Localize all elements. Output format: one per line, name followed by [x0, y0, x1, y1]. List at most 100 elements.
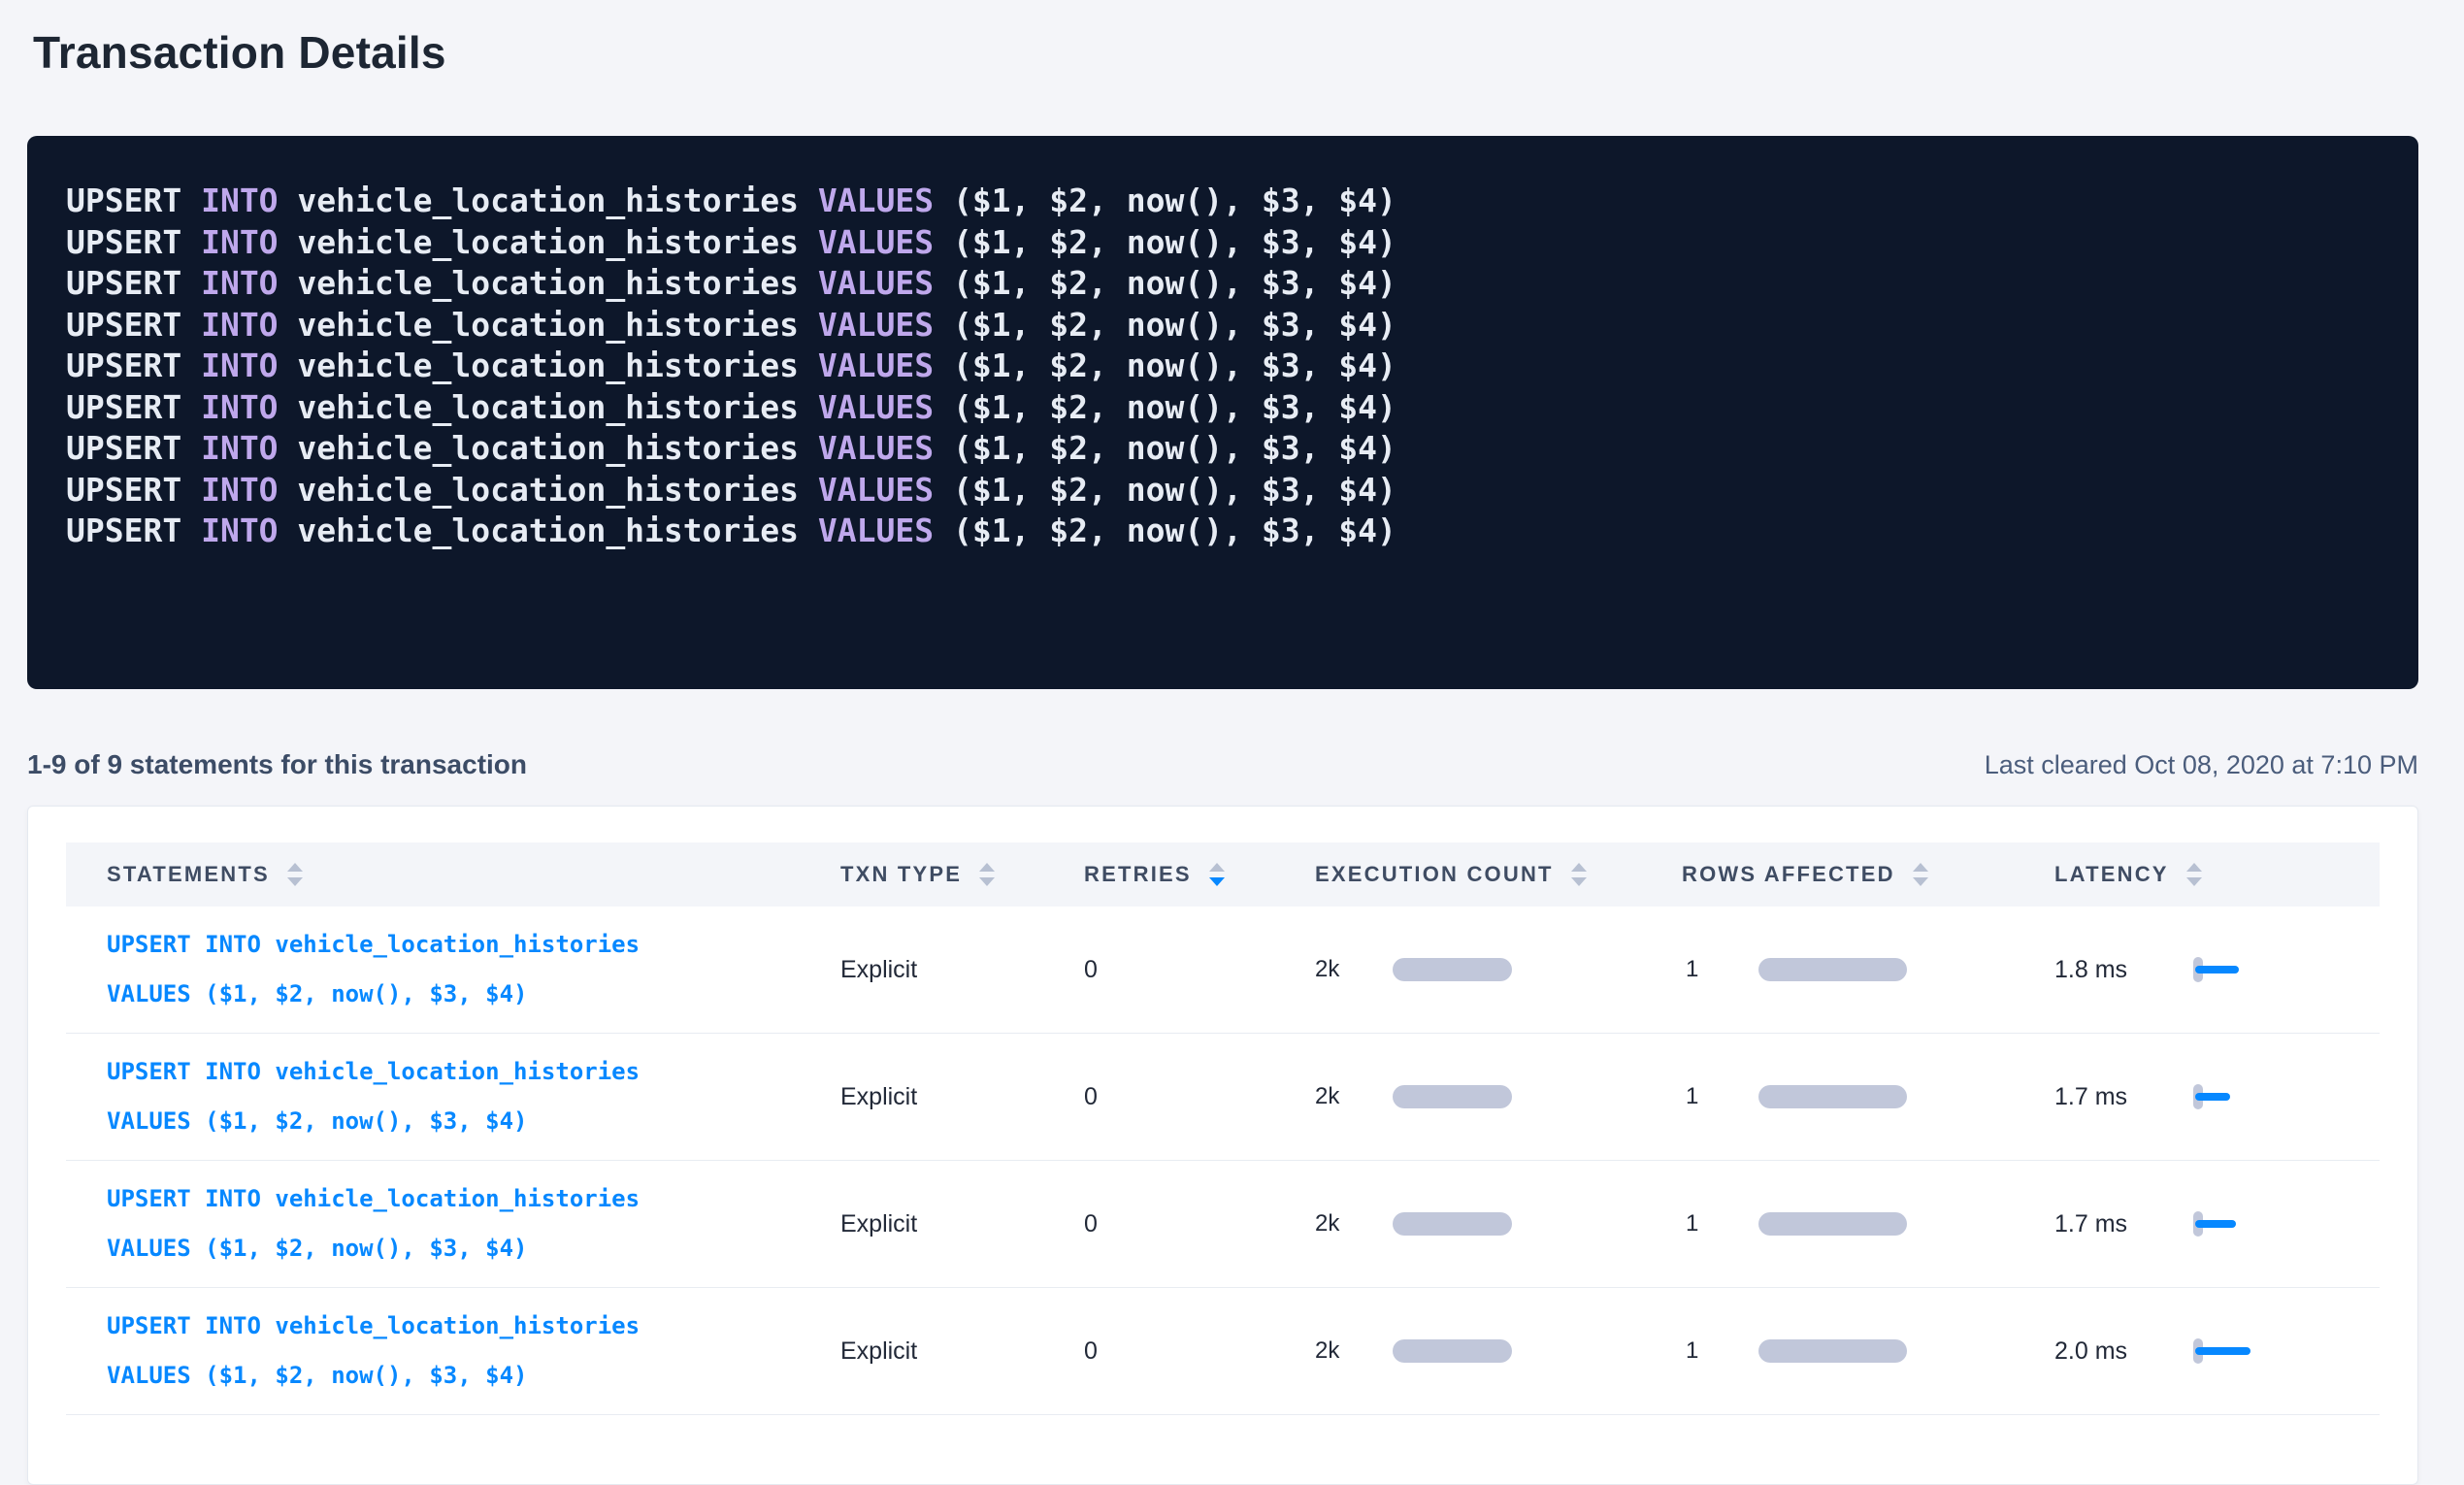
latency-value: 1.7 ms — [2054, 1210, 2193, 1238]
table-header-row: STATEMENTSTXN TYPE RETRIES EXECUTION COUNT… — [66, 842, 2380, 907]
column-label-txn-type: TXN TYPE — [840, 862, 962, 887]
sql-keyword-into: INTO — [201, 223, 278, 261]
rows-affected-cell: 1 — [1682, 956, 2054, 983]
txn-type-cell: Explicit — [840, 1210, 1084, 1238]
txn-type-value: Explicit — [840, 1337, 917, 1365]
sql-keyword-values: VALUES — [818, 429, 934, 467]
sort-icon-rows-affected[interactable] — [1913, 863, 1928, 886]
statement-link[interactable]: UPSERT INTO vehicle_location_historiesVA… — [107, 1047, 840, 1146]
rows-affected-bar — [1758, 1212, 1907, 1236]
sort-icon-statements[interactable] — [287, 863, 303, 886]
sql-statement-line: UPSERT INTO vehicle_location_histories V… — [66, 346, 2380, 387]
rows-affected-bar — [1758, 958, 1907, 981]
sql-statement-line: UPSERT INTO vehicle_location_histories V… — [66, 428, 2380, 470]
column-header-retries[interactable]: RETRIES — [1084, 862, 1315, 887]
latency-cell: 1.7 ms — [2054, 1210, 2380, 1238]
sql-keyword-into: INTO — [201, 388, 278, 426]
sort-icon-retries[interactable] — [1209, 863, 1225, 886]
statement-link[interactable]: UPSERT INTO vehicle_location_historiesVA… — [107, 1174, 840, 1273]
sort-icon-txn-type[interactable] — [979, 863, 995, 886]
sql-table-name: vehicle_location_histories — [279, 182, 818, 219]
page-title: Transaction Details — [33, 25, 2437, 80]
sql-keyword-into: INTO — [201, 512, 278, 549]
column-label-retries: RETRIES — [1084, 862, 1192, 887]
execution-count-bar — [1393, 1339, 1512, 1363]
sql-text: UPSERT — [66, 223, 201, 261]
statement-line-2: VALUES ($1, $2, now(), $3, $4) — [107, 1097, 840, 1146]
latency-bar-chart — [2193, 1084, 2251, 1109]
sql-params: ($1, $2, now(), $3, $4) — [934, 223, 1396, 261]
table-body: UPSERT INTO vehicle_location_historiesVA… — [66, 907, 2380, 1415]
execution-count-cell: 2k — [1315, 956, 1682, 983]
retries-value: 0 — [1084, 1210, 1098, 1238]
sql-params: ($1, $2, now(), $3, $4) — [934, 471, 1396, 509]
rows-affected-value: 1 — [1682, 1083, 1758, 1110]
column-header-statements[interactable]: STATEMENTS — [107, 862, 840, 887]
statement-line-1: UPSERT INTO vehicle_location_histories — [107, 1047, 840, 1097]
sql-params: ($1, $2, now(), $3, $4) — [934, 346, 1396, 384]
table-summary-row: 1-9 of 9 statements for this transaction… — [27, 749, 2418, 780]
sql-table-name: vehicle_location_histories — [279, 264, 818, 302]
sql-keyword-into: INTO — [201, 429, 278, 467]
sql-table-name: vehicle_location_histories — [279, 512, 818, 549]
column-header-execution-count[interactable]: EXECUTION COUNT — [1315, 862, 1682, 887]
latency-value: 1.7 ms — [2054, 1083, 2193, 1111]
column-label-latency: LATENCY — [2054, 862, 2169, 887]
execution-count-cell: 2k — [1315, 1337, 1682, 1365]
statement-link[interactable]: UPSERT INTO vehicle_location_historiesVA… — [107, 920, 840, 1019]
sql-params: ($1, $2, now(), $3, $4) — [934, 264, 1396, 302]
latency-cell: 2.0 ms — [2054, 1337, 2380, 1366]
txn-type-cell: Explicit — [840, 1337, 1084, 1366]
latency-bar — [2195, 1093, 2230, 1101]
sort-desc-arrow-icon — [1571, 877, 1587, 886]
column-header-rows-affected[interactable]: ROWS AFFECTED — [1682, 862, 2054, 887]
statement-link[interactable]: UPSERT INTO vehicle_location_historiesVA… — [107, 1302, 840, 1401]
sql-params: ($1, $2, now(), $3, $4) — [934, 182, 1396, 219]
sql-statement-line: UPSERT INTO vehicle_location_histories V… — [66, 181, 2380, 222]
statement-table-row: UPSERT INTO vehicle_location_historiesVA… — [66, 1161, 2380, 1288]
column-header-txn-type[interactable]: TXN TYPE — [840, 862, 1084, 887]
retries-cell: 0 — [1084, 956, 1315, 984]
column-header-latency[interactable]: LATENCY — [2054, 862, 2380, 887]
latency-bar-chart — [2193, 1338, 2251, 1364]
sql-table-name: vehicle_location_histories — [279, 471, 818, 509]
retries-value: 0 — [1084, 1337, 1098, 1365]
execution-count-value: 2k — [1315, 956, 1393, 983]
statement-cell: UPSERT INTO vehicle_location_historiesVA… — [107, 1302, 840, 1401]
sql-statement-line: UPSERT INTO vehicle_location_histories V… — [66, 387, 2380, 429]
execution-count-cell: 2k — [1315, 1210, 1682, 1238]
statement-table-row: UPSERT INTO vehicle_location_historiesVA… — [66, 1288, 2380, 1415]
statement-cell: UPSERT INTO vehicle_location_historiesVA… — [107, 1174, 840, 1273]
retries-cell: 0 — [1084, 1337, 1315, 1366]
latency-value: 1.8 ms — [2054, 956, 2193, 984]
sort-desc-arrow-icon — [1209, 877, 1225, 886]
sort-asc-arrow-icon — [1209, 863, 1225, 872]
transaction-sql-box: UPSERT INTO vehicle_location_histories V… — [27, 136, 2418, 689]
sql-text: UPSERT — [66, 182, 201, 219]
statements-count-text: 1-9 of 9 statements for this transaction — [27, 749, 527, 780]
sort-icon-execution-count[interactable] — [1571, 863, 1587, 886]
sort-desc-arrow-icon — [2186, 877, 2202, 886]
latency-value: 2.0 ms — [2054, 1337, 2193, 1366]
sort-desc-arrow-icon — [287, 877, 303, 886]
sql-text: UPSERT — [66, 264, 201, 302]
statement-line-2: VALUES ($1, $2, now(), $3, $4) — [107, 1224, 840, 1273]
sql-statement-line: UPSERT INTO vehicle_location_histories V… — [66, 263, 2380, 305]
statement-table-row: UPSERT INTO vehicle_location_historiesVA… — [66, 907, 2380, 1034]
sort-asc-arrow-icon — [287, 863, 303, 872]
sql-table-name: vehicle_location_histories — [279, 223, 818, 261]
sort-asc-arrow-icon — [979, 863, 995, 872]
latency-bar — [2195, 1347, 2250, 1355]
sql-table-name: vehicle_location_histories — [279, 388, 818, 426]
sql-keyword-values: VALUES — [818, 264, 934, 302]
statements-table-card: STATEMENTSTXN TYPE RETRIES EXECUTION COUNT… — [27, 806, 2418, 1485]
sql-keyword-values: VALUES — [818, 182, 934, 219]
sort-icon-latency[interactable] — [2186, 863, 2202, 886]
execution-count-bar — [1393, 1212, 1512, 1236]
latency-cell: 1.8 ms — [2054, 956, 2380, 984]
sql-keyword-values: VALUES — [818, 512, 934, 549]
execution-count-value: 2k — [1315, 1083, 1393, 1110]
sql-statement-line: UPSERT INTO vehicle_location_histories V… — [66, 511, 2380, 552]
retries-cell: 0 — [1084, 1210, 1315, 1238]
sql-keyword-into: INTO — [201, 264, 278, 302]
